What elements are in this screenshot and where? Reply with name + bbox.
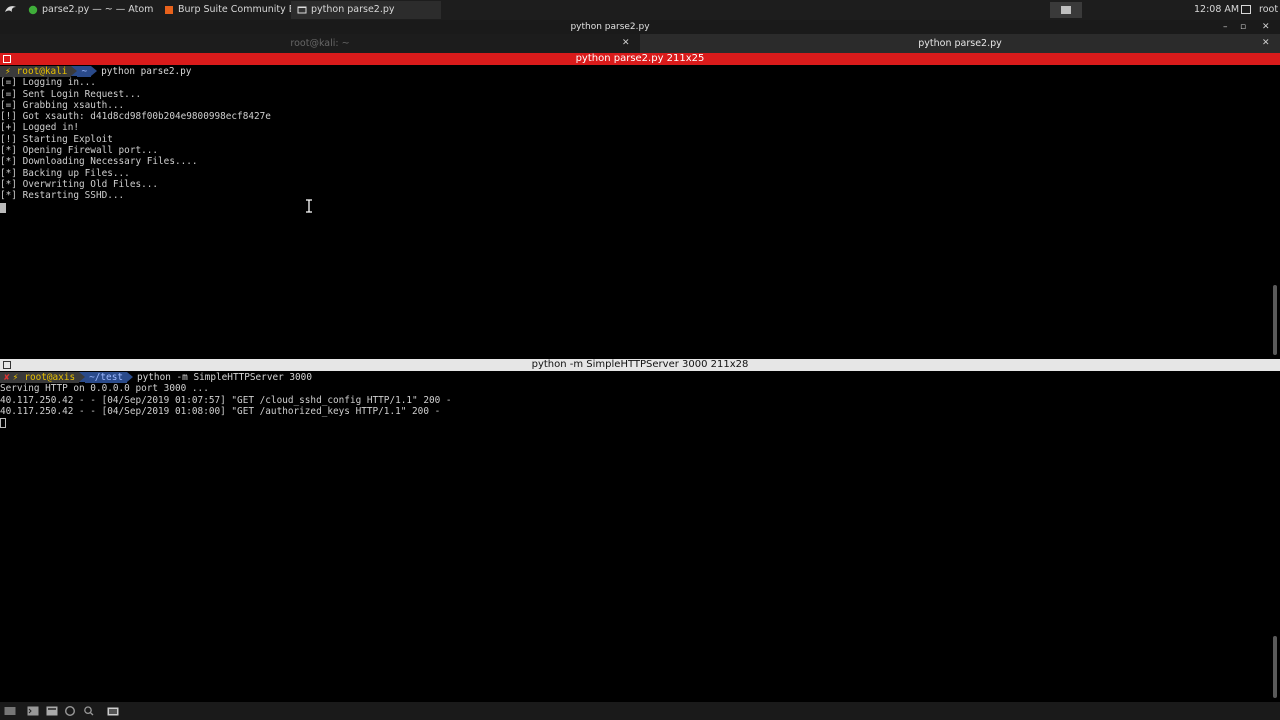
output-line: [*] Downloading Necessary Files.... (0, 156, 198, 168)
taskbar-item-terminal[interactable]: python parse2.py (291, 1, 441, 19)
close-tab-icon[interactable]: ✕ (1262, 34, 1270, 53)
output-line: [=] Logging in... (0, 77, 96, 89)
search-icon[interactable] (83, 706, 95, 716)
terminal-tab-bar: root@kali: ~ ✕ python parse2.py ✕ (0, 34, 1280, 53)
lock-icon[interactable] (1241, 5, 1251, 14)
terminal-cursor (0, 202, 6, 213)
output-line: 40.117.250.42 - - [04/Sep/2019 01:08:00]… (0, 405, 441, 417)
prompt-dir: ~ (77, 66, 92, 77)
terminal-pane-bottom[interactable]: ✘ ⚡ root@axis ~/test python -m SimpleHTTPSer… (0, 372, 1272, 672)
output-line: [!] Starting Exploit (0, 133, 113, 145)
taskbar-item-label: parse2.py — ~ — Atom (42, 4, 154, 15)
prompt-line: ⚡ root@kali ~ python parse2.py (0, 66, 1272, 77)
pane-header-active[interactable]: python parse2.py 211x25 (0, 53, 1280, 65)
show-desktop-icon[interactable] (4, 706, 16, 716)
terminal-icon[interactable] (27, 706, 39, 716)
prompt-line: ✘ ⚡ root@axis ~/test python -m SimpleHTTPSer… (0, 372, 1272, 383)
output-line: [!] Got xsauth: d41d8cd98f00b204e9800998… (0, 111, 271, 123)
tab-label: root@kali: ~ (290, 38, 350, 49)
atom-icon (28, 5, 38, 15)
top-panel: parse2.py — ~ — Atom Burp Suite Communit… (0, 0, 1280, 20)
command-text: python parse2.py (101, 66, 192, 77)
scrollbar-top[interactable] (1273, 285, 1277, 355)
close-tab-icon[interactable]: ✕ (622, 34, 630, 53)
cursor-line (0, 202, 1272, 213)
prompt-separator (91, 66, 98, 76)
tab-python-parse2[interactable]: python parse2.py (640, 34, 1280, 53)
window-title: python parse2.py (570, 22, 650, 32)
file-manager-icon[interactable] (46, 706, 58, 716)
pane-title: python parse2.py 211x25 (575, 53, 705, 64)
output-line: [=] Grabbing xsauth... (0, 99, 125, 111)
kali-menu-icon[interactable] (4, 3, 17, 16)
terminal-pane-top[interactable]: ⚡ root@kali ~ python parse2.py [=] Logging … (0, 66, 1272, 356)
output-line: [+] Logged in! (0, 122, 80, 134)
bottom-panel (0, 702, 1280, 720)
command-text: python -m SimpleHTTPServer 3000 (137, 372, 312, 383)
browser-icon[interactable] (64, 706, 76, 716)
output-line: [=] Sent Login Request... (0, 88, 142, 100)
pane-title: python -m SimpleHTTPServer 3000 211x28 (531, 359, 749, 370)
tab-root-kali[interactable]: root@kali: ~ (0, 34, 640, 53)
taskbar-item-label: python parse2.py (311, 4, 395, 15)
prompt-separator (127, 372, 133, 382)
workspace-switcher[interactable] (1050, 2, 1082, 18)
terminal-icon (297, 6, 307, 14)
output-line: [*] Overwriting Old Files... (0, 178, 159, 190)
minimize-button[interactable]: – (1223, 20, 1228, 34)
prompt-bolt: ⚡ (0, 66, 13, 77)
text-cursor-icon (306, 199, 312, 213)
tab-label: python parse2.py (918, 38, 1002, 49)
pane-menu-icon[interactable] (3, 55, 11, 63)
user-menu[interactable]: root (1259, 0, 1278, 20)
pane-header-inactive[interactable]: python -m SimpleHTTPServer 3000 211x28 (0, 359, 1280, 371)
prompt-bolt: ⚡ (11, 372, 21, 383)
close-window-button[interactable]: ✕ (1262, 20, 1270, 34)
prompt-dir: ~/test (85, 372, 127, 383)
taskbar-item-burp[interactable]: Burp Suite Community E... (158, 1, 310, 19)
workspace-icon (1061, 6, 1071, 14)
scrollbar-bottom[interactable] (1273, 636, 1277, 698)
taskbar-item-atom[interactable]: parse2.py — ~ — Atom (22, 1, 172, 19)
output-line: 40.117.250.42 - - [04/Sep/2019 01:07:57]… (0, 394, 452, 406)
output-line: [*] Opening Firewall port... (0, 145, 159, 157)
output-line: [*] Backing up Files... (0, 167, 130, 179)
terminal-cursor (0, 418, 6, 429)
burp-icon (165, 6, 173, 14)
prompt-user: root@kali (12, 66, 72, 77)
output-line: [*] Restarting SSHD... (0, 190, 125, 202)
prompt-error-mark: ✘ (0, 372, 12, 383)
window-title-bar: python parse2.py – ▫ ✕ (0, 20, 1280, 34)
taskbar-item-label: Burp Suite Community E... (178, 4, 304, 15)
maximize-button[interactable]: ▫ (1240, 20, 1246, 34)
clock[interactable]: 12:08 AM (1194, 0, 1239, 20)
cursor-line (0, 417, 1272, 429)
prompt-user: root@axis (20, 372, 80, 383)
pane-menu-icon[interactable] (3, 361, 11, 369)
output-line: Serving HTTP on 0.0.0.0 port 3000 ... (0, 383, 209, 395)
folder-icon[interactable] (107, 706, 119, 716)
